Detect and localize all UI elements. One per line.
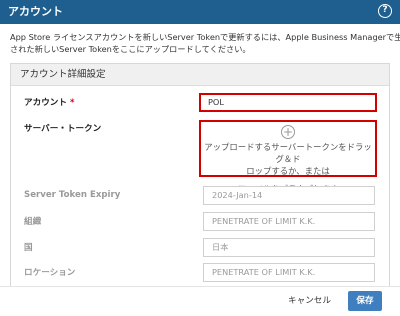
- server-token-label: サーバー・トークン: [24, 124, 102, 134]
- location-label: ロケーション: [24, 268, 76, 278]
- server-token-dropzone[interactable]: + アップロードするサーバートークンをドラッグ＆ド ロップするか、または ファイ…: [199, 120, 377, 194]
- panel-header: アカウント詳細設定: [11, 64, 389, 86]
- organization-label: 組織: [24, 217, 42, 227]
- account-label-text: アカウント: [24, 98, 67, 108]
- description-line-1: App Store ライセンスアカウントを新しいServer Tokenで更新す…: [10, 32, 400, 42]
- country-label: 国: [24, 243, 33, 253]
- required-marker: *: [69, 98, 75, 108]
- expiry-field: 2024-Jan-14: [203, 186, 375, 205]
- expiry-label: Server Token Expiry: [24, 190, 121, 200]
- add-file-icon: +: [281, 125, 295, 139]
- help-icon[interactable]: ?: [378, 4, 392, 18]
- dropzone-line-1: アップロードするサーバートークンをドラッグ＆ド: [204, 142, 372, 164]
- country-field: 日本: [203, 238, 375, 257]
- organization-field: PENETRATE OF LIMIT K.K.: [203, 212, 375, 231]
- dialog-titlebar: アカウント ?: [0, 0, 400, 24]
- account-input[interactable]: POL: [199, 93, 377, 112]
- account-label: アカウント *: [24, 97, 74, 109]
- save-button[interactable]: 保存: [348, 291, 382, 311]
- description-line-2: された新しいServer Tokenをここにアップロードしてください。: [10, 44, 251, 54]
- account-details-panel: アカウント詳細設定 アカウント * POL サーバー・トークン + アップロード…: [10, 63, 390, 295]
- cancel-button[interactable]: キャンセル: [288, 295, 331, 307]
- dialog-title: アカウント: [8, 5, 63, 18]
- dialog-footer: キャンセル 保存: [0, 286, 400, 316]
- dropzone-instructions: アップロードするサーバートークンをドラッグ＆ド ロップするか、または: [201, 141, 375, 177]
- dropzone-line-2: ロップするか、または: [246, 166, 330, 176]
- location-field: PENETRATE OF LIMIT K.K.: [203, 263, 375, 282]
- dialog-description: App Store ライセンスアカウントを新しいServer Tokenで更新す…: [10, 31, 400, 55]
